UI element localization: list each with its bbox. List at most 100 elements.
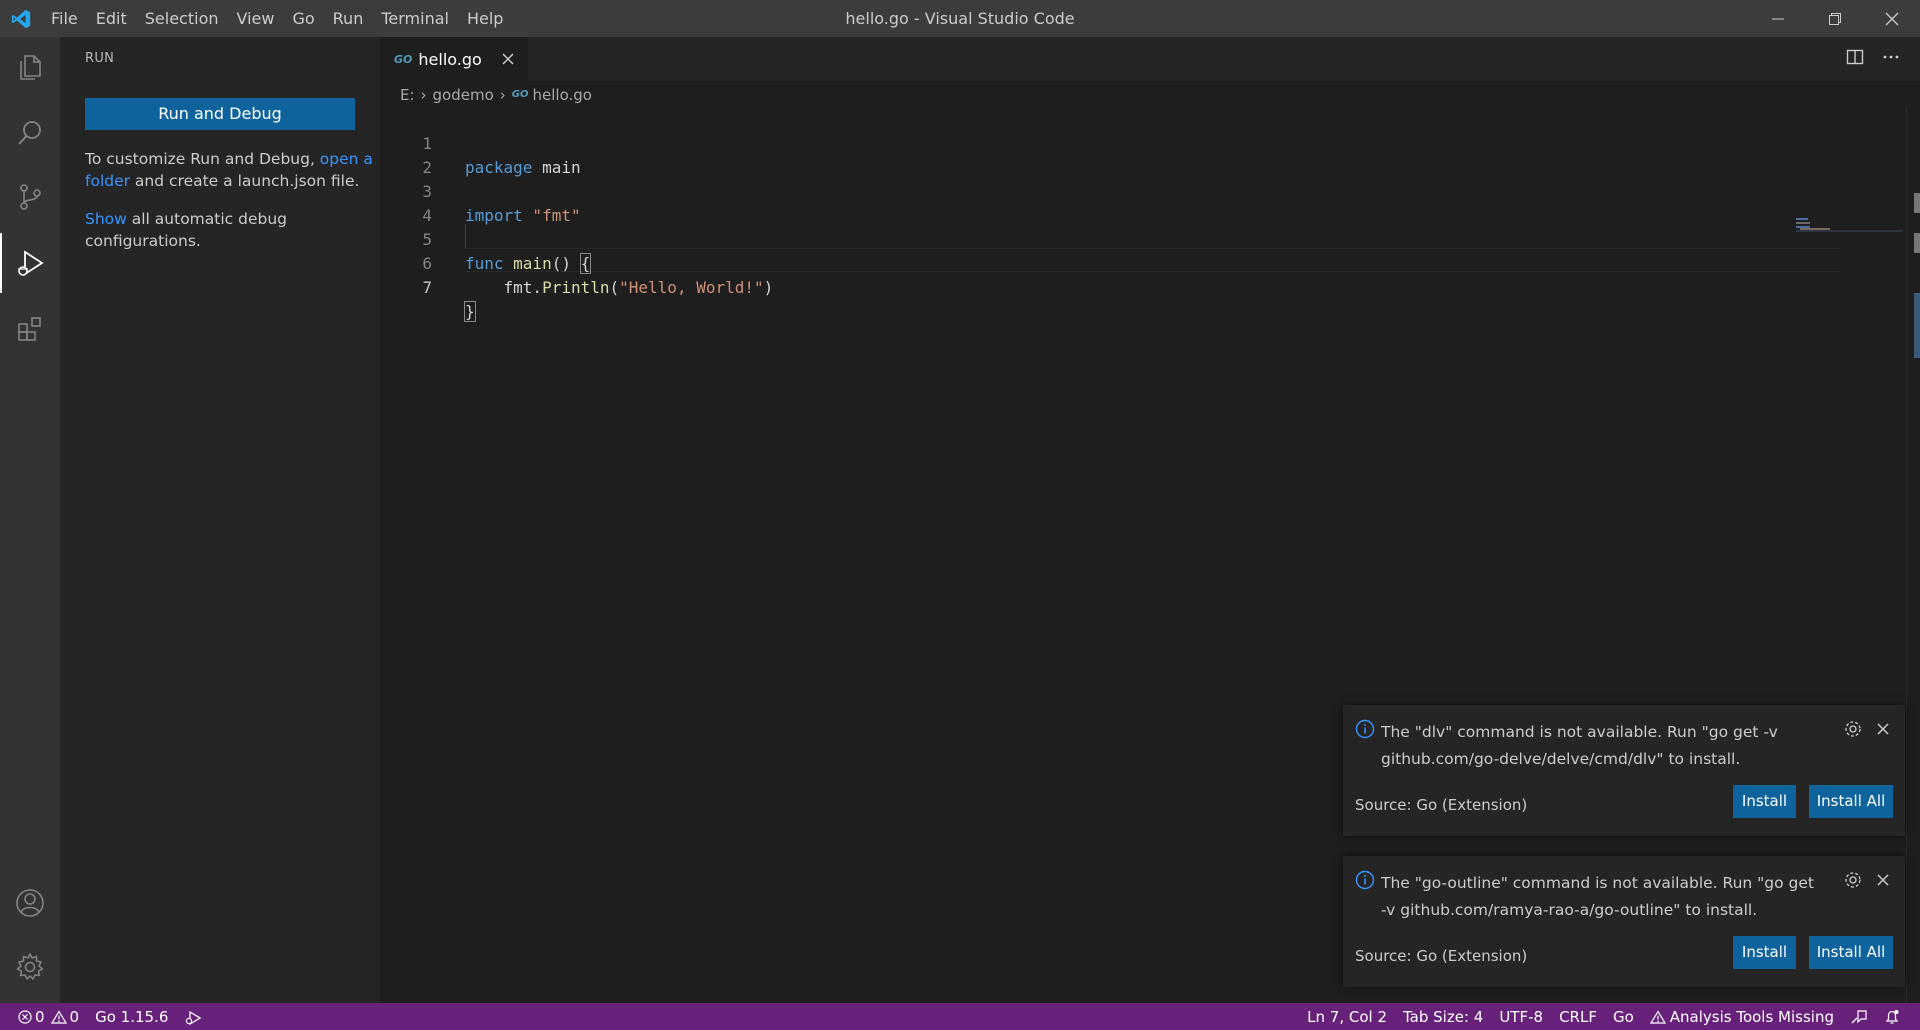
cursor-position-status[interactable]: Ln 7, Col 2 [1299, 1003, 1395, 1030]
activity-bar [0, 37, 60, 1003]
code-line: 2 [380, 132, 1780, 177]
editor-actions [1846, 37, 1900, 81]
debug-status[interactable] [176, 1003, 210, 1030]
menu-terminal[interactable]: Terminal [372, 0, 458, 37]
minimap[interactable] [1790, 216, 1905, 246]
tab-hello-go[interactable]: GO hello.go [380, 37, 528, 81]
status-bar: 0 0 Go 1.15.6 Ln 7, Col 2 Tab Size: 4 UT… [0, 1003, 1920, 1030]
restore-icon [1828, 12, 1841, 25]
editor-scrollbar[interactable] [1906, 108, 1920, 1003]
install-all-button[interactable]: Install All [1809, 785, 1893, 818]
activity-explorer[interactable] [0, 37, 60, 97]
status-bar-right: Ln 7, Col 2 Tab Size: 4 UTF-8 CRLF Go An… [1299, 1003, 1908, 1030]
feedback-button[interactable] [1842, 1003, 1876, 1030]
analysis-tools-status[interactable]: Analysis Tools Missing [1642, 1003, 1842, 1030]
menu-go[interactable]: Go [283, 0, 323, 37]
menu-selection[interactable]: Selection [136, 0, 228, 37]
run-sidebar: RUN Run and Debug To customize Run and D… [60, 37, 380, 1003]
overview-ruler-mark [1914, 233, 1920, 253]
warning-icon [1649, 1009, 1666, 1024]
account-icon [16, 889, 44, 917]
activity-run-debug[interactable] [0, 233, 60, 293]
activity-search[interactable] [0, 103, 60, 163]
go-version-status[interactable]: Go 1.15.6 [87, 1003, 176, 1030]
function-name: Println [542, 278, 610, 297]
problems-status[interactable]: 0 0 [0, 1003, 87, 1030]
gear-icon[interactable] [1843, 719, 1863, 739]
activity-manage[interactable] [0, 937, 60, 997]
tab-close-button[interactable] [498, 49, 518, 69]
install-button[interactable]: Install [1733, 936, 1796, 969]
split-editor-button[interactable] [1846, 48, 1864, 70]
eol-status[interactable]: CRLF [1551, 1003, 1605, 1030]
matching-brace: } [464, 301, 476, 322]
info-icon [1355, 870, 1375, 890]
close-icon [502, 53, 514, 65]
string-literal: "Hello, World!" [619, 278, 764, 297]
encoding-status[interactable]: UTF-8 [1491, 1003, 1551, 1030]
menu-bar: File Edit Selection View Go Run Terminal… [42, 0, 512, 37]
identifier: fmt. [465, 278, 543, 297]
go-file-icon: GO [511, 89, 529, 100]
show-configs-text: Show all automatic debug configurations. [85, 208, 375, 252]
menu-run[interactable]: Run [324, 0, 373, 37]
show-link[interactable]: Show [85, 210, 127, 228]
notification-toast: The "dlv" command is not available. Run … [1343, 705, 1905, 836]
info-icon [1355, 719, 1375, 739]
sidebar-title: RUN [85, 51, 115, 66]
customize-prefix: To customize Run and Debug, [85, 150, 320, 168]
menu-edit[interactable]: Edit [87, 0, 136, 37]
notification-source: Source: Go (Extension) [1355, 947, 1528, 965]
overview-ruler-mark [1914, 193, 1920, 213]
punctuation: ( [609, 278, 620, 297]
breadcrumb-file[interactable]: hello.go [533, 86, 592, 104]
tab-size-status[interactable]: Tab Size: 4 [1395, 1003, 1491, 1030]
more-actions-button[interactable] [1882, 48, 1900, 70]
feedback-icon [1851, 1009, 1867, 1023]
minimap-preview [1796, 218, 1902, 232]
menu-view[interactable]: View [228, 0, 284, 37]
menu-file[interactable]: File [42, 0, 87, 37]
breadcrumb-folder[interactable]: godemo [433, 86, 494, 104]
source-control-icon [20, 184, 41, 210]
customize-suffix: and create a launch.json file. [130, 172, 360, 190]
close-icon[interactable] [1873, 719, 1893, 739]
activity-source-control[interactable] [0, 167, 60, 227]
gear-icon[interactable] [1843, 870, 1863, 890]
tab-label: hello.go [418, 49, 482, 69]
code-line: 1 package main [380, 108, 1780, 177]
notification-toast: The "go-outline" command is not availabl… [1343, 856, 1905, 987]
notification-message: The "dlv" command is not available. Run … [1381, 723, 1778, 768]
restore-button[interactable] [1806, 0, 1863, 37]
search-icon [18, 121, 41, 145]
code-line: 6 fmt.Println("Hello, World!") [380, 228, 1780, 297]
split-editor-icon [1846, 49, 1864, 65]
breadcrumb: E: › godemo › GO hello.go [380, 81, 1920, 108]
code-line: 3 import "fmt" [380, 156, 1780, 225]
warning-count: 0 [69, 1007, 80, 1026]
warning-icon [50, 1009, 67, 1024]
install-all-button[interactable]: Install All [1809, 936, 1893, 969]
chevron-right-icon: › [420, 85, 427, 104]
extensions-icon [18, 317, 41, 341]
vscode-logo-icon [0, 0, 42, 37]
activity-account[interactable] [0, 873, 60, 933]
install-button[interactable]: Install [1733, 785, 1796, 818]
close-icon[interactable] [1873, 870, 1893, 890]
title-bar: File Edit Selection View Go Run Terminal… [0, 0, 1920, 37]
error-icon [18, 1009, 32, 1024]
notifications-button[interactable] [1876, 1003, 1908, 1030]
chevron-right-icon: › [499, 85, 506, 104]
breadcrumb-drive[interactable]: E: [400, 86, 415, 104]
minimize-button[interactable] [1749, 0, 1806, 37]
notification-source: Source: Go (Extension) [1355, 796, 1528, 814]
line-number: 7 [422, 278, 432, 297]
customize-text: To customize Run and Debug, open a folde… [85, 148, 375, 192]
ellipsis-icon [1883, 55, 1899, 59]
run-and-debug-button[interactable]: Run and Debug [85, 98, 355, 130]
explorer-icon [20, 55, 41, 80]
activity-extensions[interactable] [0, 299, 60, 359]
close-window-button[interactable] [1863, 0, 1920, 37]
language-mode-status[interactable]: Go [1605, 1003, 1642, 1030]
menu-help[interactable]: Help [458, 0, 512, 37]
